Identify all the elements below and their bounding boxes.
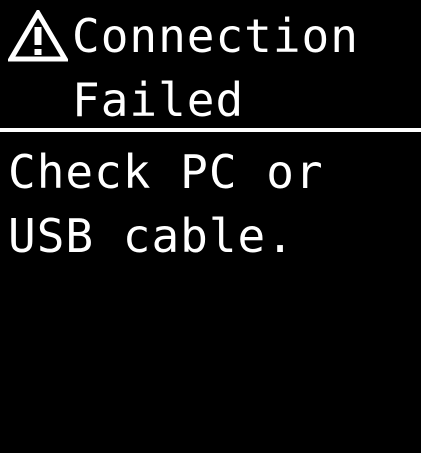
error-header: Connection Failed [0,0,421,130]
device-screen: Connection Failed Check PC or USB cable. [0,0,421,453]
header-divider [0,128,421,132]
error-title-line-1: Connection [72,9,359,63]
warning-triangle-icon [8,10,68,62]
message-line-1: Check PC or [8,145,324,199]
error-title-line-2: Failed [72,73,245,127]
message-line-2: USB cable. [8,209,295,263]
